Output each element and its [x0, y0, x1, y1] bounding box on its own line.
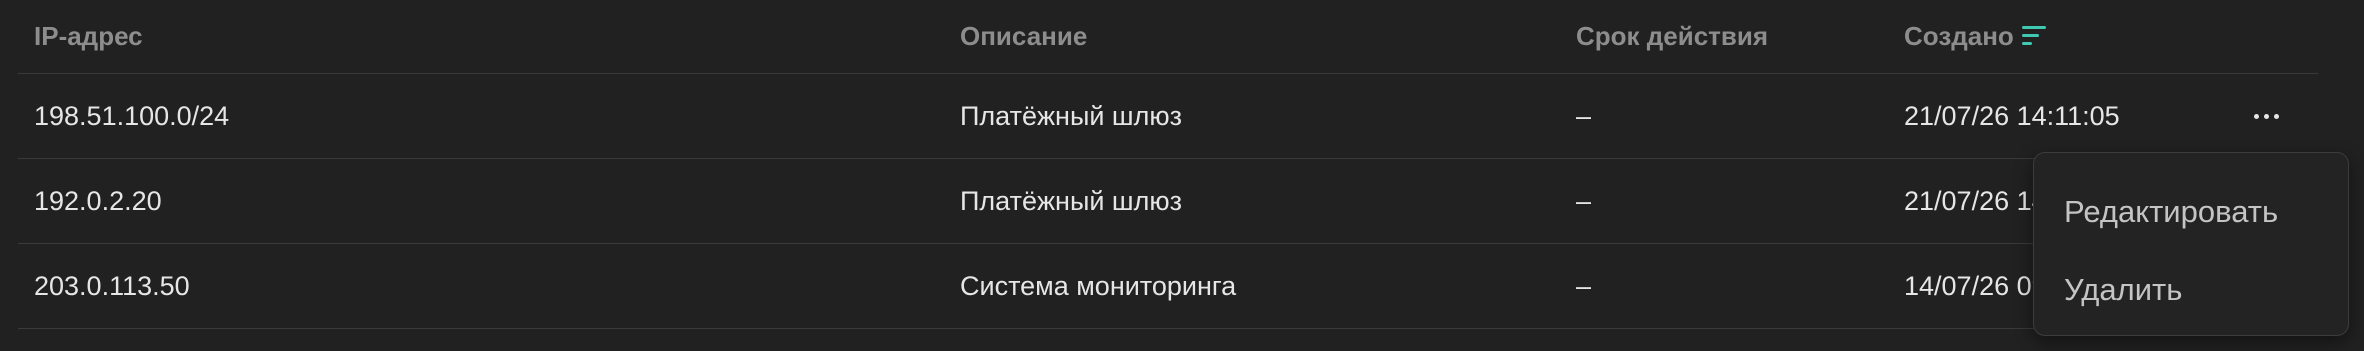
- cell-ip: 203.0.113.50: [34, 270, 190, 301]
- delete-menu-item[interactable]: Удалить: [2034, 251, 2348, 329]
- table-row: 198.51.100.0/24 Платёжный шлюз – 21/07/2…: [18, 74, 2318, 159]
- row-actions-menu: Редактировать Удалить: [2033, 152, 2349, 336]
- more-horizontal-icon[interactable]: [2246, 74, 2286, 158]
- table-row: 192.0.2.20 Платёжный шлюз – 21/07/26 14:…: [18, 159, 2318, 244]
- column-header-created[interactable]: Создано: [1904, 0, 2048, 73]
- edit-menu-item[interactable]: Редактировать: [2034, 173, 2348, 251]
- column-header-created-label: Создано: [1904, 21, 2014, 51]
- cell-expires: –: [1576, 100, 1592, 131]
- cell-description: Платёжный шлюз: [960, 185, 1182, 216]
- table-row: 203.0.113.50 Система мониторинга – 14/07…: [18, 244, 2318, 329]
- cell-description: Система мониторинга: [960, 270, 1237, 301]
- cell-description: Платёжный шлюз: [960, 100, 1182, 131]
- ip-table: IP-адрес Описание Срок действия Создано …: [18, 0, 2318, 329]
- column-header-ip[interactable]: IP-адрес: [34, 0, 143, 73]
- cell-expires: –: [1576, 185, 1592, 216]
- table-header: IP-адрес Описание Срок действия Создано: [18, 0, 2318, 74]
- column-header-expires[interactable]: Срок действия: [1576, 0, 1768, 73]
- cell-expires: –: [1576, 270, 1592, 301]
- cell-created: 21/07/26 14:11:05: [1904, 100, 2120, 131]
- column-header-description[interactable]: Описание: [960, 0, 1087, 73]
- sort-descending-icon[interactable]: [2021, 25, 2048, 48]
- cell-ip: 192.0.2.20: [34, 185, 162, 216]
- cell-ip: 198.51.100.0/24: [34, 100, 230, 131]
